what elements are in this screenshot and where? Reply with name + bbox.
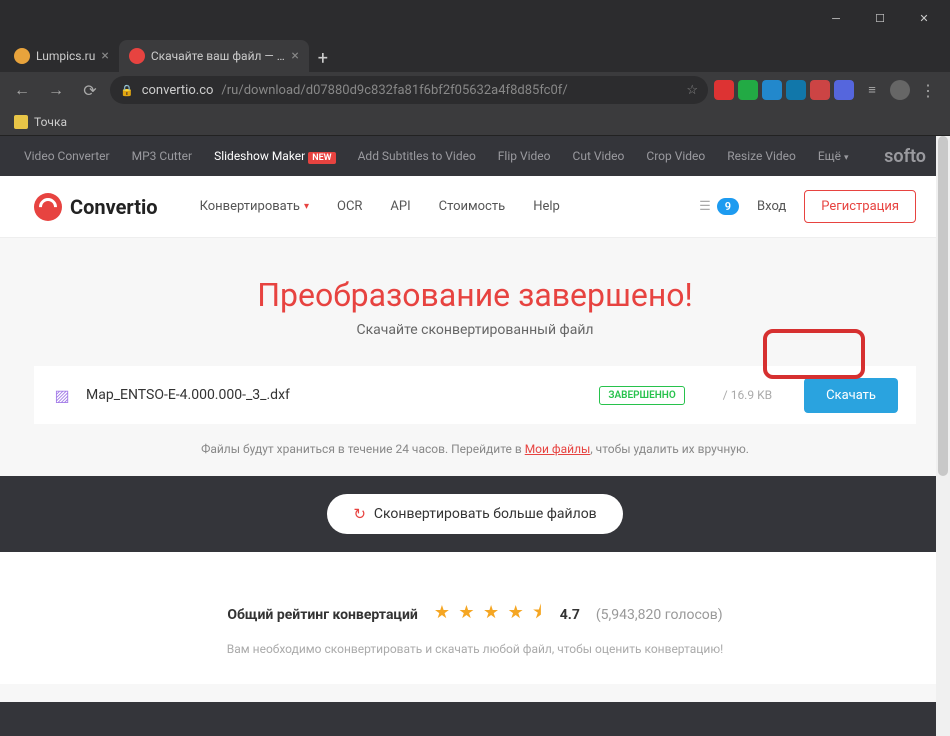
- address-bar: ← → ⟳ 🔒 convertio.co/ru/download/d07880d…: [0, 72, 950, 108]
- layers-icon: ☰: [699, 199, 711, 214]
- ext-icon[interactable]: [714, 80, 734, 100]
- url-host: convertio.co: [142, 83, 214, 98]
- toolbar-link[interactable]: Cut Video: [573, 149, 625, 163]
- ext-icon[interactable]: [738, 80, 758, 100]
- profile-avatar[interactable]: [890, 80, 910, 100]
- toolbar-link[interactable]: MP3 Cutter: [132, 149, 192, 163]
- download-button[interactable]: Скачать: [804, 378, 898, 413]
- rating-row: Общий рейтинг конвертаций ★ ★ ★ ★ ⯨ 4.7 …: [0, 600, 950, 630]
- tab-strip: Lumpics.ru × Скачайте ваш файл — Convert…: [0, 36, 950, 72]
- tab-title: Lumpics.ru: [36, 49, 95, 63]
- ext-icon[interactable]: [762, 80, 782, 100]
- reload-button[interactable]: ⟳: [76, 76, 104, 104]
- close-tab-icon[interactable]: ×: [101, 48, 108, 64]
- rating-count: (5,943,820 голосов): [596, 607, 723, 623]
- close-tab-icon[interactable]: ×: [291, 48, 298, 64]
- minimize-button[interactable]: ─: [814, 0, 858, 36]
- status-badge: ЗАВЕРШЕННО: [599, 386, 684, 405]
- nav-pricing[interactable]: Стоимость: [439, 199, 506, 214]
- toolbar-more[interactable]: Ещё ▾: [818, 149, 849, 163]
- register-button[interactable]: Регистрация: [804, 190, 916, 223]
- storage-note: Файлы будут храниться в течение 24 часов…: [0, 442, 950, 456]
- ext-icon[interactable]: [810, 80, 830, 100]
- favicon: [129, 48, 145, 64]
- nav-help[interactable]: Help: [533, 199, 560, 214]
- browser-tab-active[interactable]: Скачайте ваш файл — Convertio ×: [119, 40, 309, 72]
- softo-logo: softo: [884, 146, 926, 167]
- url-path: /ru/download/d07880d9c832fa81f6bf2f05632…: [221, 83, 567, 98]
- page-headline: Преобразование завершено!: [0, 276, 950, 314]
- reload-icon: ↻: [353, 505, 366, 523]
- convert-more-strip: ↻ Сконвертировать больше файлов: [0, 476, 950, 552]
- reading-list-icon[interactable]: ≡: [858, 76, 886, 104]
- lock-icon: 🔒: [120, 84, 134, 97]
- rating-label: Общий рейтинг конвертаций: [227, 607, 417, 623]
- convert-more-button[interactable]: ↻ Сконвертировать больше файлов: [327, 494, 622, 534]
- browser-tab[interactable]: Lumpics.ru ×: [4, 40, 119, 72]
- scrollbar[interactable]: [936, 136, 950, 736]
- nav-api[interactable]: API: [390, 199, 410, 214]
- scroll-thumb[interactable]: [938, 136, 948, 476]
- logo-icon: [34, 193, 62, 221]
- credits[interactable]: ☰ 9: [699, 198, 739, 215]
- extensions: ≡ ⋮: [714, 76, 942, 104]
- url-input[interactable]: 🔒 convertio.co/ru/download/d07880d9c832f…: [110, 76, 708, 104]
- credits-badge: 9: [717, 198, 739, 215]
- new-tab-button[interactable]: +: [309, 44, 337, 72]
- forward-button[interactable]: →: [42, 76, 70, 104]
- toolbar-link[interactable]: Add Subtitles to Video: [358, 149, 476, 163]
- nav-ocr[interactable]: OCR: [337, 199, 362, 214]
- back-button[interactable]: ←: [8, 76, 36, 104]
- toolbar-link[interactable]: Slideshow MakerNEW: [214, 149, 336, 163]
- bookmarks-bar: Точка: [0, 108, 950, 136]
- ext-icon[interactable]: [786, 80, 806, 100]
- nav-convert[interactable]: Конвертировать ▾: [200, 199, 309, 214]
- nav-items: Конвертировать ▾ OCR API Стоимость Help: [200, 199, 560, 214]
- file-row: ▨ Map_ENTSO-E-4.000.000-_3_.dxf ЗАВЕРШЕН…: [34, 366, 916, 424]
- bookmark-item[interactable]: Точка: [34, 115, 67, 129]
- new-badge: NEW: [308, 152, 335, 164]
- logo-text: Convertio: [70, 195, 158, 219]
- main-nav: Convertio Конвертировать ▾ OCR API Стоим…: [0, 176, 950, 238]
- page-content: Преобразование завершено! Скачайте сконв…: [0, 238, 950, 736]
- tab-title: Скачайте ваш файл — Convertio: [151, 49, 286, 63]
- my-files-link[interactable]: Мои файлы: [525, 442, 591, 456]
- footer: [0, 702, 950, 736]
- page-subhead: Скачайте сконвертированный файл: [0, 322, 950, 338]
- toolbar-link[interactable]: Flip Video: [498, 149, 551, 163]
- softo-toolbar: Video Converter MP3 Cutter Slideshow Mak…: [0, 136, 950, 176]
- file-name: Map_ENTSO-E-4.000.000-_3_.dxf: [86, 387, 585, 403]
- chevron-down-icon: ▾: [304, 201, 309, 212]
- close-window-button[interactable]: ✕: [902, 0, 946, 36]
- rating-stars[interactable]: ★ ★ ★ ★ ⯨: [434, 600, 544, 630]
- star-icon[interactable]: ☆: [686, 83, 698, 98]
- rating-note: Вам необходимо сконвертировать и скачать…: [0, 642, 950, 656]
- maximize-button[interactable]: ☐: [858, 0, 902, 36]
- image-file-icon: ▨: [52, 385, 72, 405]
- favicon: [14, 48, 30, 64]
- rating-section: Общий рейтинг конвертаций ★ ★ ★ ★ ⯨ 4.7 …: [0, 552, 950, 684]
- toolbar-link[interactable]: Video Converter: [24, 149, 110, 163]
- nav-right: ☰ 9 Вход Регистрация: [699, 190, 916, 223]
- file-size: / 16.9 KB: [723, 388, 772, 402]
- window-titlebar: ─ ☐ ✕: [0, 0, 950, 36]
- login-link[interactable]: Вход: [757, 199, 786, 214]
- ext-icon[interactable]: [834, 80, 854, 100]
- site-logo[interactable]: Convertio: [34, 193, 158, 221]
- bookmark-favicon: [14, 115, 28, 129]
- toolbar-link[interactable]: Resize Video: [727, 149, 796, 163]
- rating-value: 4.7: [560, 607, 580, 623]
- toolbar-link[interactable]: Crop Video: [646, 149, 705, 163]
- menu-icon[interactable]: ⋮: [914, 76, 942, 104]
